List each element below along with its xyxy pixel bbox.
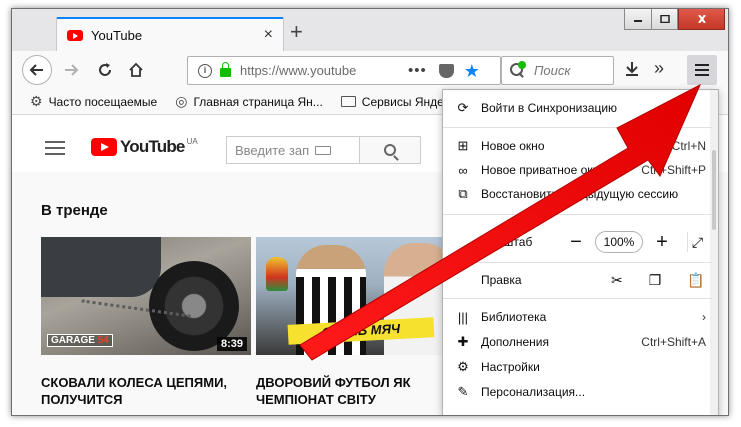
hamburger-menu-button[interactable] (687, 55, 717, 85)
forward-button[interactable] (57, 56, 85, 84)
browser-window: YouTube × + i https://www.youtube ••• ★ (11, 8, 729, 416)
zoom-in-button[interactable]: + (649, 230, 675, 254)
pocket-icon[interactable] (438, 63, 454, 78)
bookmark-yandex-home[interactable]: ◎ Главная страница Ян... (175, 93, 323, 110)
menu-item-settings[interactable]: ⚙ Настройки (443, 355, 712, 379)
gear-icon: ⚙ (30, 93, 43, 109)
overflow-button[interactable]: » (654, 58, 664, 79)
zoom-controls: − 100% + (563, 230, 675, 254)
bookmark-yandex-services[interactable]: Сервисы Яндекс (340, 95, 455, 109)
keyboard-icon[interactable] (315, 145, 332, 155)
youtube-search-input[interactable]: Введите зап (226, 136, 360, 164)
edit-controls: ✂ ❐ 📋 (611, 272, 705, 289)
menu-item-sync[interactable]: ⟳ Войти в Синхронизацию (443, 96, 712, 120)
download-icon (626, 62, 638, 76)
copy-icon[interactable]: ❐ (649, 272, 662, 289)
close-window-button[interactable] (678, 9, 725, 30)
globe-icon: ◎ (175, 93, 188, 109)
folder-icon (340, 96, 356, 107)
puzzle-icon: ✚ (457, 334, 469, 349)
cut-icon[interactable]: ✂ (611, 272, 623, 289)
nav-bar: i https://www.youtube ••• ★ Поиск » (12, 51, 728, 89)
minimize-button[interactable] (624, 9, 651, 30)
sync-icon: ⟳ (457, 100, 469, 115)
title-bar: YouTube × + (12, 9, 728, 51)
bookmark-star-icon[interactable]: ★ (464, 62, 480, 80)
menu-item-customize[interactable]: ✎ Персонализация... (443, 380, 712, 404)
lock-icon[interactable] (220, 62, 231, 77)
world-cup-trophy-icon (266, 257, 288, 291)
youtube-play-icon (91, 138, 117, 156)
video-duration: 8:39 (216, 337, 247, 351)
video-title[interactable]: ДВОРОВИЙ ФУТБОЛ ЯК ЧЕМПІОНАТ СВІТУ (256, 374, 466, 408)
url-bar[interactable]: i https://www.youtube ••• ★ (187, 56, 501, 85)
fullscreen-icon[interactable]: ⤢ (687, 232, 707, 252)
gear-icon: ⚙ (457, 359, 469, 374)
url-text[interactable]: https://www.youtube (240, 63, 370, 78)
section-title: В тренде (41, 202, 108, 219)
zoom-out-button[interactable]: − (563, 230, 589, 254)
home-icon (129, 62, 143, 77)
menu-item-private-window[interactable]: ∞ Новое приватное окно Ctrl+Shift+P (443, 158, 712, 182)
add-engine-icon (518, 61, 526, 69)
reload-button[interactable] (91, 56, 119, 84)
paintbrush-icon: ✎ (457, 384, 469, 399)
video-thumbnail[interactable]: СКИНЬ МЯЧ 4: (256, 237, 466, 355)
menu-item-addons[interactable]: ✚ Дополнения Ctrl+Shift+A (443, 330, 712, 354)
forward-arrow-icon (65, 64, 79, 76)
new-window-icon: ⊞ (457, 138, 469, 153)
video-thumbnail[interactable]: GARAGE 54 8:39 (41, 237, 251, 355)
video-title[interactable]: СКОВАЛИ КОЛЕСА ЦЕПЯМИ, ПОЛУЧИТСЯ (41, 374, 251, 408)
new-tab-button[interactable]: + (290, 21, 303, 43)
back-arrow-icon (29, 64, 43, 76)
menu-item-restore-session[interactable]: ⧉ Восстановить предыдущую сессию (443, 182, 712, 206)
search-placeholder: Поиск (534, 63, 571, 78)
back-button[interactable] (22, 55, 52, 85)
guide-menu-icon[interactable] (45, 141, 65, 159)
chevron-right-icon: › (702, 310, 706, 324)
tab-title: YouTube (91, 27, 143, 43)
page-actions-icon[interactable]: ••• (408, 62, 427, 79)
search-bar[interactable]: Поиск (501, 56, 614, 85)
app-menu-panel: ⟳ Войти в Синхронизацию ⊞ Новое окно Ctr… (442, 89, 719, 415)
info-icon[interactable]: i (198, 63, 212, 78)
private-mask-icon: ∞ (458, 162, 468, 178)
home-button[interactable] (122, 56, 150, 84)
tab-close-icon[interactable]: × (264, 27, 273, 43)
bookmark-most-visited[interactable]: ⚙ Часто посещаемые (30, 93, 157, 110)
youtube-search-button[interactable] (359, 136, 421, 164)
menu-item-new-window[interactable]: ⊞ Новое окно Ctrl+N (443, 134, 712, 158)
youtube-logo[interactable]: YouTube UA (91, 137, 198, 157)
library-icon: ||| (457, 309, 469, 325)
search-icon (384, 144, 396, 156)
restore-session-icon: ⧉ (458, 186, 468, 201)
youtube-favicon-icon (67, 29, 83, 41)
menu-item-library[interactable]: ||| Библиотека › (443, 305, 712, 329)
channel-badge: GARAGE 54 (47, 334, 113, 347)
tab-youtube[interactable]: YouTube × (57, 17, 283, 51)
downloads-button[interactable] (624, 61, 640, 82)
maximize-button[interactable] (651, 9, 678, 30)
paste-icon[interactable]: 📋 (687, 272, 704, 289)
reload-icon (99, 63, 111, 76)
zoom-reset-button[interactable]: 100% (595, 231, 643, 253)
